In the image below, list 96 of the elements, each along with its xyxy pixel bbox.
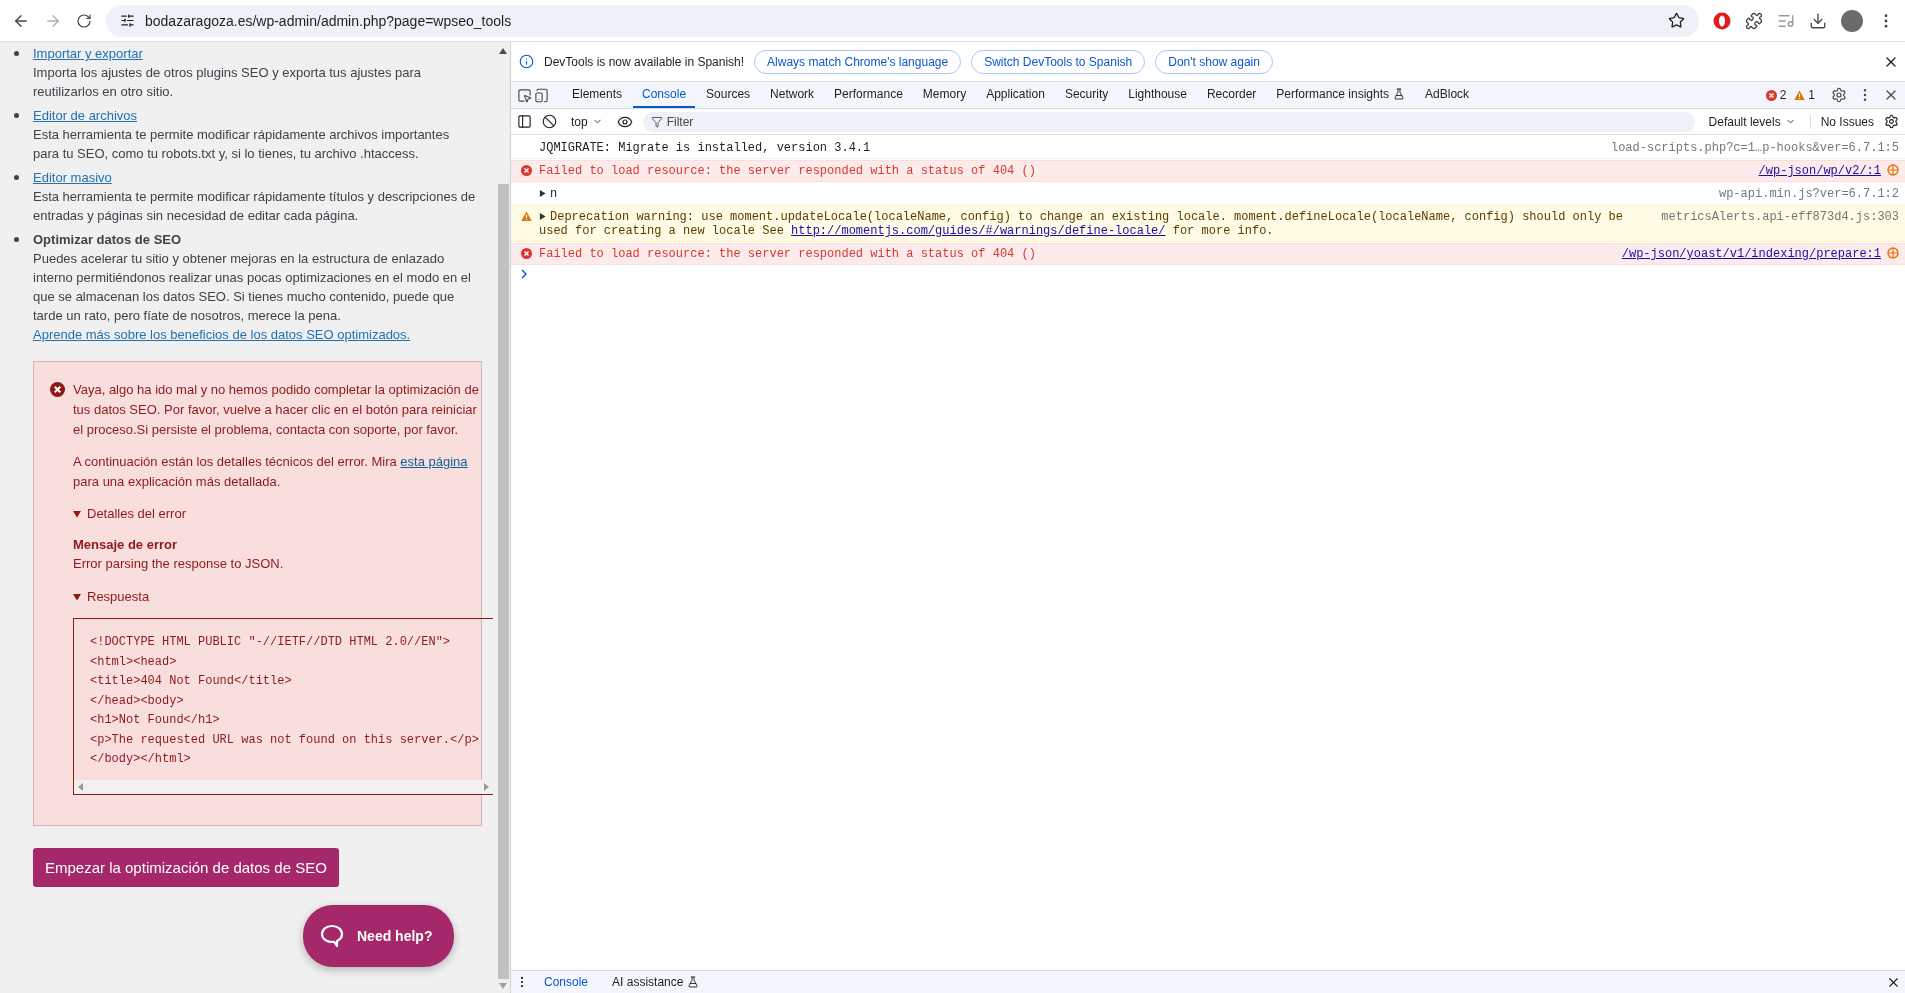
code-line: <!DOCTYPE HTML PUBLIC "-//IETF//DTD HTML 2.0//EN"> (90, 634, 452, 651)
tool-link[interactable]: Importar y exportar (33, 46, 143, 61)
details-summary[interactable]: Respuesta (87, 587, 150, 606)
code-line: <title>404 Not Found</title> (90, 673, 293, 690)
network-icon[interactable] (1887, 164, 1899, 176)
bullet-icon (14, 237, 19, 242)
prompt-chevron-icon[interactable] (521, 269, 528, 279)
infobar-button[interactable]: Don't show again (1155, 49, 1273, 74)
code-line: </head><body> (90, 692, 185, 710)
settings-button[interactable] (1831, 87, 1847, 103)
issues-count[interactable]: No Issues (1809, 114, 1874, 129)
sidebar-toggle-button[interactable] (517, 114, 532, 129)
error-icon (521, 248, 532, 259)
extensions-button[interactable] (1745, 11, 1763, 30)
bullet-icon (14, 175, 19, 180)
devtools-tab[interactable]: Lighthouse (1119, 82, 1196, 108)
devtools-tab[interactable]: Network (761, 82, 824, 108)
context-dropdown[interactable]: top (567, 114, 607, 129)
source-link[interactable]: /wp-json/yoast/v1/indexing/prepare:1 (1621, 247, 1881, 261)
chat-bubble-icon (319, 922, 345, 949)
console-error: Failed to load resource: the server responded with a status of 404 () /wp-json/wp/v2/:1 (511, 160, 1905, 182)
error-message: Vaya, algo ha ido mal y no hemos podido completar la optimización de tus datos SEO. Por favor, vuelve a hacer clic en el botón para reiniciar el proceso.Si persiste el problema, contacta con soporte, por favor. (73, 381, 480, 439)
tool-description: Esta herramienta te permite modificar rápidamente archivos importantes para tu SEO, como tu robots.txt y, si lo tienes, tu archivo .htaccess. (33, 126, 451, 163)
console-warning: Deprecation warning: use moment.updateLocale(localeName, config) to change an existing locale. moment.defineLocale(localeName, config) should only be used for creating a new locale See http://momentjs.com/guides/#/warnings/define-locale/ for more info. metricsAlerts.api-eff873d4.js:303 (511, 206, 1905, 242)
source-link[interactable]: load-scripts.php?c=1…p-hooks&ver=6.7.1:5 (1610, 141, 1899, 155)
start-optimization-button[interactable]: Empezar la optimización de datos de SEO (33, 847, 339, 887)
infobar-button[interactable]: Switch DevTools to Spanish (971, 49, 1146, 74)
network-icon[interactable] (1887, 247, 1899, 259)
reload-button[interactable] (76, 12, 92, 29)
bookmark-star-button[interactable] (1668, 12, 1685, 29)
devtools-tab[interactable]: Performance insights (1267, 82, 1415, 108)
devtools-tab[interactable]: Console (633, 82, 696, 108)
info-icon (519, 54, 534, 69)
source-link[interactable]: /wp-json/wp/v2/:1 (1758, 164, 1881, 178)
devtools-tab[interactable]: Sources (697, 82, 760, 108)
error-heading: Mensaje de error (73, 536, 179, 554)
tool-link[interactable]: Editor masivo (33, 170, 112, 185)
bullet-icon (14, 51, 19, 56)
address-bar[interactable]: bodazaragoza.es/wp-admin/admin.php?page=wpseo_tools (106, 4, 1699, 37)
drawer-tab[interactable]: AI assistance (603, 975, 709, 989)
tool-description: Esta herramienta te permite modificar rápidamente títulos y descripciones de entradas y páginas sin necesidad de editar cada página. (33, 188, 477, 225)
tool-description: Puedes acelerar tu sitio y obtener mejoras en la estructura de enlazado interno permitiéndonos realizar unas pocas optimizaciones en el modo en el que se almacenan los datos SEO. Si tienes mucho contenido, puede que tarde un rato, pero fíate de nosotros, merece la pena. Aprende más sobre los beneficios de los datos SEO optimizados. (33, 250, 472, 344)
console-error: Failed to load resource: the server responded with a status of 404 () /wp-json/yoast/v1/indexing/prepare:1 (511, 243, 1905, 265)
scroll-up-arrow-icon[interactable] (499, 48, 507, 54)
error-icon (521, 165, 532, 176)
code-line: </body></html> (90, 751, 192, 768)
devtools-tab[interactable]: AdBlock (1416, 82, 1479, 108)
avatar[interactable] (1841, 9, 1863, 32)
infobar-button[interactable]: Always match Chrome's language (754, 49, 962, 74)
tool-heading: Optimizar datos de SEO (33, 231, 183, 249)
code-line: <html><head> (90, 653, 178, 671)
devtools-tab[interactable]: Memory (913, 82, 976, 108)
download-button[interactable] (1809, 11, 1827, 30)
devtools-tab[interactable]: Application (977, 82, 1054, 108)
site-settings-icon (120, 13, 135, 28)
log-levels-dropdown[interactable]: Default levels (1704, 114, 1800, 129)
source-link[interactable]: metricsAlerts.api-eff873d4.js:303 (1661, 210, 1899, 224)
devtools-tab[interactable]: Security (1055, 82, 1118, 108)
error-icon (1765, 89, 1777, 101)
devtools-tab[interactable]: Performance (825, 82, 912, 108)
warning-icon (1794, 89, 1806, 101)
source-link[interactable]: wp-api.min.js?ver=6.7.1:2 (1718, 187, 1899, 201)
console-settings-button[interactable] (1884, 114, 1899, 129)
disclosure-triangle-icon[interactable] (539, 190, 546, 197)
bullet-icon (14, 113, 19, 118)
details-link[interactable]: esta página (400, 454, 468, 469)
flask-icon (687, 976, 700, 988)
disclosure-triangle-icon[interactable] (73, 592, 81, 601)
disclosure-triangle-icon[interactable] (539, 213, 546, 220)
error-text: Error parsing the response to JSON. (73, 555, 285, 573)
details-summary[interactable]: Detalles del error (87, 504, 186, 523)
need-help-button[interactable]: Need help? (303, 904, 455, 967)
infobar-message: DevTools is now available in Spanish! (544, 54, 745, 69)
tool-link[interactable]: Editor de archivos (33, 108, 138, 123)
inspect-element-button[interactable] (517, 87, 532, 103)
learn-more-link[interactable]: Aprende más sobre los beneficios de los datos SEO optimizados. (33, 327, 411, 342)
filter-icon (650, 115, 663, 128)
opera-icon[interactable] (1713, 11, 1731, 30)
tool-description: Importa los ajustes de otros plugins SEO y exporta tus ajustes para reutilizarlos en otro sitio. (33, 64, 423, 101)
error-details-text: A continuación están los detalles técnicos del error. Mira esta página para una explicación más detallada. (73, 453, 469, 491)
warning-count[interactable]: 1 (1794, 82, 1815, 108)
error-icon (50, 382, 65, 397)
drawer-tab[interactable]: Console (535, 975, 598, 989)
clear-console-button[interactable] (542, 114, 557, 129)
warning-icon (521, 211, 532, 222)
devtools-tab[interactable]: Recorder (1197, 82, 1266, 108)
code-line: <h1>Not Found</h1> (90, 712, 221, 729)
disclosure-triangle-icon[interactable] (73, 509, 81, 518)
error-count[interactable]: 2 (1765, 82, 1787, 108)
filter-field[interactable]: Filter (642, 111, 1695, 132)
code-line: <p>The requested URL was not found on this server.</p> (90, 731, 480, 749)
message-link[interactable]: http://momentjs.com/guides/#/warnings/define-locale/ (791, 224, 1166, 238)
url-text: bodazaragoza.es/wp-admin/admin.php?page=wpseo_tools (145, 12, 512, 29)
devtools-tab[interactable]: Elements (563, 82, 632, 108)
flask-icon (1393, 88, 1406, 100)
device-toolbar-button[interactable] (534, 87, 549, 103)
